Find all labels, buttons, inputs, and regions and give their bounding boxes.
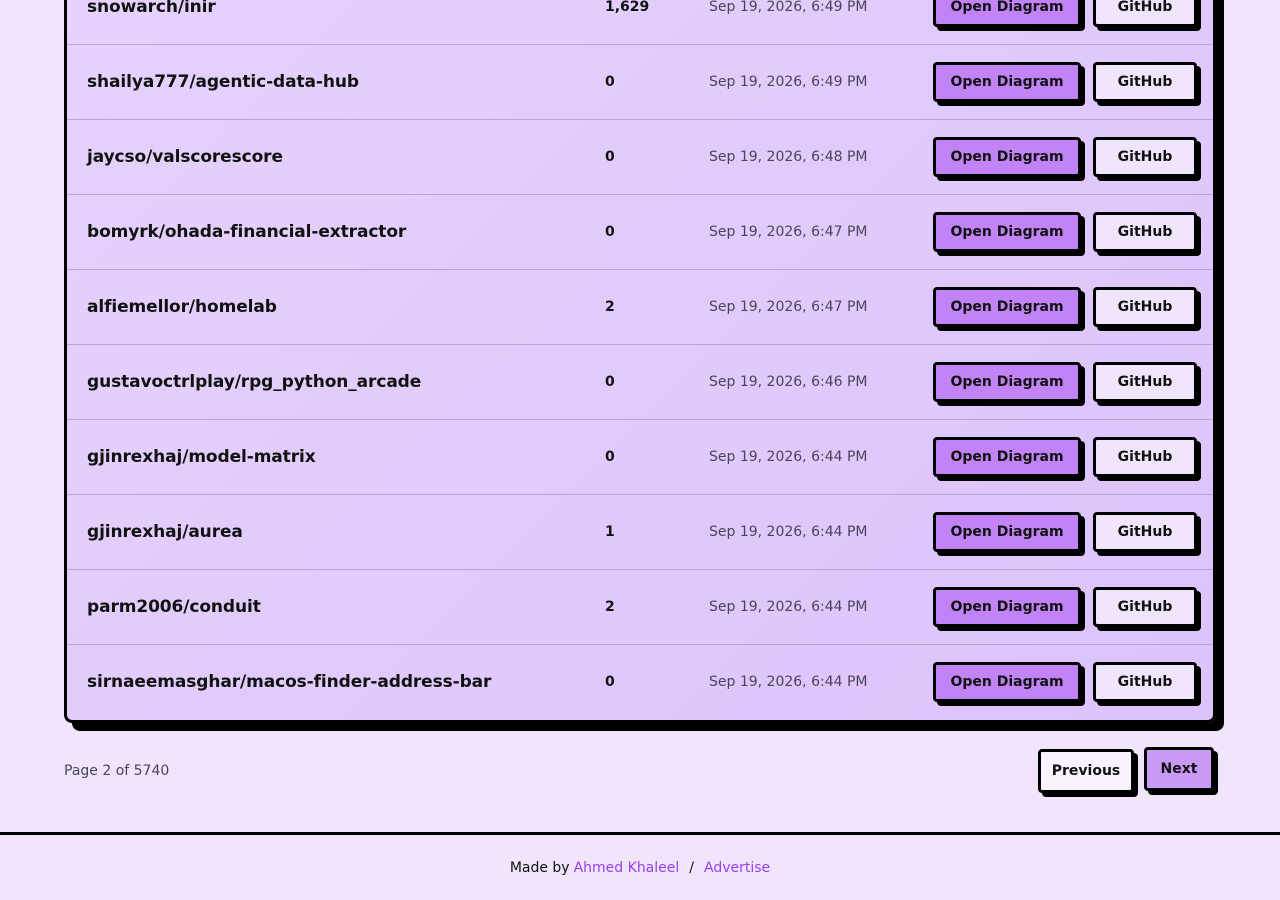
- author-link[interactable]: Ahmed Khaleel: [574, 860, 680, 876]
- page-footer: Made by Ahmed Khaleel / Advertise: [0, 832, 1280, 900]
- table-row: bomyrk/ohada-financial-extractor 0 Sep 1…: [67, 195, 1213, 270]
- updated-date: Sep 19, 2026, 6:49 PM: [709, 74, 868, 90]
- updated-date: Sep 19, 2026, 6:44 PM: [709, 524, 868, 540]
- github-button[interactable]: GitHub: [1093, 212, 1197, 252]
- repo-name: gjinrexhaj/model-matrix: [87, 447, 316, 467]
- github-button[interactable]: GitHub: [1093, 362, 1197, 402]
- star-count: 0: [605, 674, 615, 690]
- table-row: shailya777/agentic-data-hub 0 Sep 19, 20…: [67, 45, 1213, 120]
- open-diagram-button[interactable]: Open Diagram: [933, 662, 1081, 702]
- table-row: alfiemellor/homelab 2 Sep 19, 2026, 6:47…: [67, 270, 1213, 345]
- repo-name: bomyrk/ohada-financial-extractor: [87, 222, 407, 242]
- open-diagram-button[interactable]: Open Diagram: [933, 362, 1081, 402]
- repo-name: alfiemellor/homelab: [87, 297, 277, 317]
- star-count: 0: [605, 74, 615, 90]
- github-button[interactable]: GitHub: [1093, 62, 1197, 102]
- star-count: 0: [605, 374, 615, 390]
- open-diagram-button[interactable]: Open Diagram: [933, 512, 1081, 552]
- page-indicator: Page 2 of 5740: [64, 763, 170, 779]
- updated-date: Sep 19, 2026, 6:47 PM: [709, 224, 868, 240]
- updated-date: Sep 19, 2026, 6:44 PM: [709, 599, 868, 615]
- repo-name: sirnaeemasghar/macos-finder-address-bar: [87, 672, 492, 692]
- table-row: jaycso/valscorescore 0 Sep 19, 2026, 6:4…: [67, 120, 1213, 195]
- github-button[interactable]: GitHub: [1093, 587, 1197, 627]
- github-button[interactable]: GitHub: [1093, 437, 1197, 477]
- table-row: gjinrexhaj/model-matrix 0 Sep 19, 2026, …: [67, 420, 1213, 495]
- repo-name: parm2006/conduit: [87, 597, 261, 617]
- advertise-link[interactable]: Advertise: [704, 860, 770, 876]
- table-row: snowarch/inir 1,629 Sep 19, 2026, 6:49 P…: [67, 0, 1213, 45]
- star-count: 1,629: [605, 0, 650, 15]
- footer-separator: /: [689, 859, 694, 876]
- repo-name: shailya777/agentic-data-hub: [87, 72, 359, 92]
- previous-page-button[interactable]: Previous: [1038, 749, 1134, 793]
- star-count: 0: [605, 224, 615, 240]
- open-diagram-button[interactable]: Open Diagram: [933, 437, 1081, 477]
- github-button[interactable]: GitHub: [1093, 512, 1197, 552]
- open-diagram-button[interactable]: Open Diagram: [933, 587, 1081, 627]
- updated-date: Sep 19, 2026, 6:48 PM: [709, 149, 868, 165]
- open-diagram-button[interactable]: Open Diagram: [933, 287, 1081, 327]
- table-row: gustavoctrlplay/rpg_python_arcade 0 Sep …: [67, 345, 1213, 420]
- open-diagram-button[interactable]: Open Diagram: [933, 137, 1081, 177]
- star-count: 0: [605, 449, 615, 465]
- repo-name: jaycso/valscorescore: [87, 147, 283, 167]
- made-by-text: Made by: [509, 859, 570, 876]
- star-count: 2: [605, 299, 615, 315]
- github-button[interactable]: GitHub: [1093, 287, 1197, 327]
- table-row: parm2006/conduit 2 Sep 19, 2026, 6:44 PM…: [67, 570, 1213, 645]
- updated-date: Sep 19, 2026, 6:47 PM: [709, 299, 868, 315]
- github-button[interactable]: GitHub: [1093, 137, 1197, 177]
- github-button[interactable]: GitHub: [1093, 662, 1197, 702]
- repo-name: snowarch/inir: [87, 0, 216, 17]
- updated-date: Sep 19, 2026, 6:49 PM: [709, 0, 868, 15]
- repo-table: snowarch/inir 1,629 Sep 19, 2026, 6:49 P…: [64, 0, 1216, 723]
- updated-date: Sep 19, 2026, 6:46 PM: [709, 374, 868, 390]
- github-button[interactable]: GitHub: [1093, 0, 1197, 27]
- repo-name: gustavoctrlplay/rpg_python_arcade: [87, 372, 422, 392]
- star-count: 1: [605, 524, 615, 540]
- open-diagram-button[interactable]: Open Diagram: [933, 212, 1081, 252]
- repo-name: gjinrexhaj/aurea: [87, 522, 243, 542]
- table-row: sirnaeemasghar/macos-finder-address-bar …: [67, 645, 1213, 720]
- updated-date: Sep 19, 2026, 6:44 PM: [709, 674, 868, 690]
- table-row: gjinrexhaj/aurea 1 Sep 19, 2026, 6:44 PM…: [67, 495, 1213, 570]
- star-count: 2: [605, 599, 615, 615]
- star-count: 0: [605, 149, 615, 165]
- open-diagram-button[interactable]: Open Diagram: [933, 62, 1081, 102]
- next-page-button[interactable]: Next: [1144, 747, 1214, 791]
- updated-date: Sep 19, 2026, 6:44 PM: [709, 449, 868, 465]
- open-diagram-button[interactable]: Open Diagram: [933, 0, 1081, 27]
